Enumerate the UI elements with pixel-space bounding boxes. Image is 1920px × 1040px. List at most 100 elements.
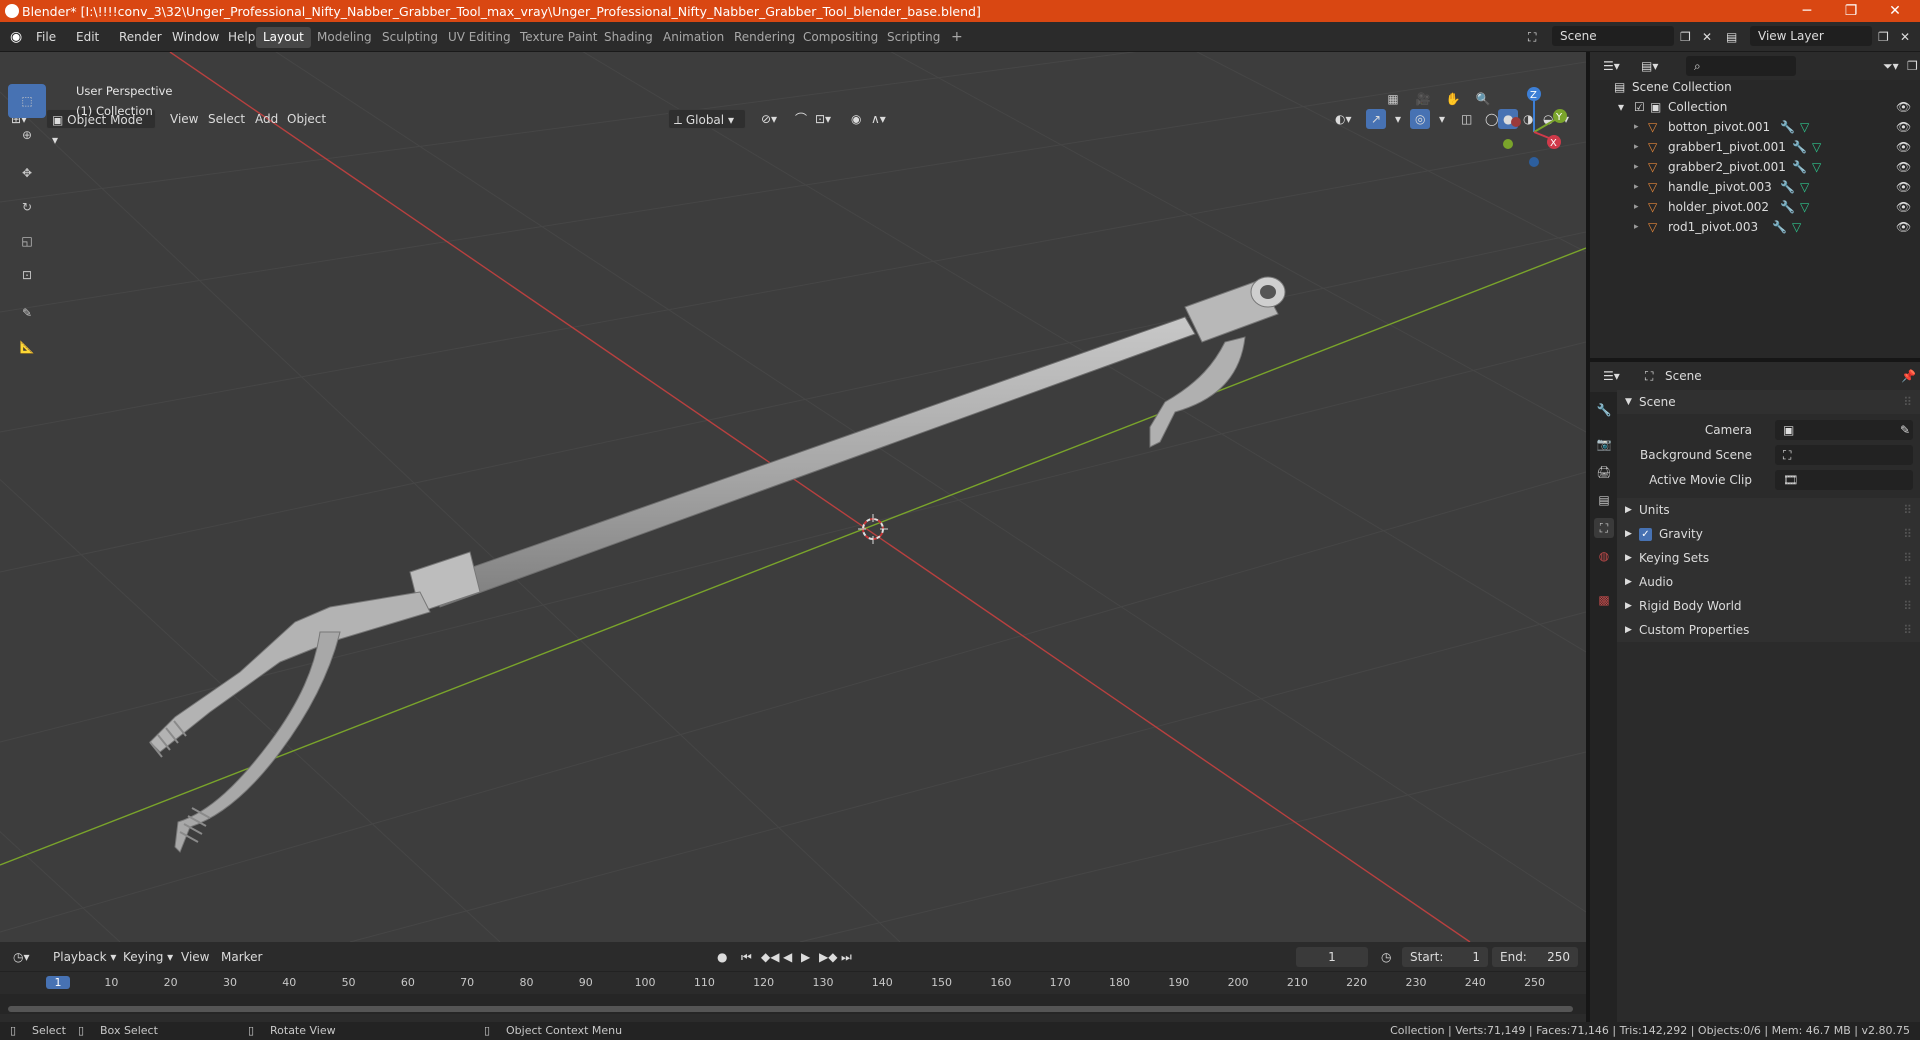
maximize-button[interactable]: ❐ — [1828, 0, 1874, 22]
pan-view-icon[interactable]: ✋ — [1440, 86, 1466, 112]
scene-selector-icon[interactable]: ⛶ — [1524, 27, 1540, 47]
outliner-object-row[interactable]: ▸ ▽ grabber1_pivot.001 🔧 ▽ 👁 — [1590, 137, 1920, 157]
filter-icon[interactable]: ⏷▾ — [1878, 56, 1904, 76]
blender-menu-icon[interactable]: ◉ — [6, 27, 26, 47]
menu-window[interactable]: Window — [168, 27, 223, 47]
gravity-checkbox[interactable]: ✓ — [1639, 528, 1652, 541]
tab-animation[interactable]: Animation — [656, 27, 731, 48]
outliner-collection[interactable]: ▾ ☑ ▣ Collection 👁 — [1590, 97, 1920, 117]
tab-rendering[interactable]: Rendering — [727, 27, 802, 48]
world-tab-icon[interactable]: ◍ — [1594, 546, 1614, 566]
tab-sculpting[interactable]: Sculpting — [375, 27, 445, 48]
gizmo-neg-y[interactable] — [1503, 139, 1513, 149]
rotate-tool[interactable]: ↻ — [8, 190, 46, 224]
delete-scene-icon[interactable]: ✕ — [1698, 27, 1716, 47]
mesh-data-icon[interactable]: ▽ — [1800, 197, 1809, 217]
tab-layout[interactable]: Layout — [256, 27, 311, 48]
3d-viewport[interactable]: ⊞▾ ▣ Object Mode ▾ View Select Add Objec… — [0, 52, 1586, 942]
drag-handle-icon[interactable]: ⠿ — [1903, 594, 1912, 618]
gizmo-neg-z[interactable] — [1529, 157, 1539, 167]
falloff-icon[interactable]: ∧▾ — [866, 109, 891, 129]
gizmo-neg-x[interactable] — [1511, 117, 1521, 127]
drag-handle-icon[interactable]: ⠿ — [1903, 522, 1912, 546]
proportional-editing-icon[interactable]: ◉ — [846, 109, 866, 129]
jump-end-icon[interactable]: ⏭ — [836, 947, 857, 967]
units-panel-header[interactable]: ▶ Units ⠿ — [1617, 498, 1920, 522]
eye-icon[interactable]: 👁 — [1896, 117, 1911, 134]
playback-menu[interactable]: Playback ▾ — [48, 947, 121, 967]
display-mode-icon[interactable]: ▤▾ — [1636, 56, 1663, 76]
marker-menu[interactable]: Marker — [216, 947, 267, 967]
eye-icon[interactable]: 👁 — [1896, 177, 1911, 194]
viewport-menu-view[interactable]: View — [165, 109, 203, 129]
record-icon[interactable]: ● — [712, 947, 732, 967]
pivot-point-icon[interactable]: ⊘▾ — [756, 109, 782, 129]
navigation-gizmo[interactable]: Z Y X — [1494, 82, 1574, 182]
modifier-icon[interactable]: 🔧 — [1792, 157, 1807, 177]
toggle-grid-view-icon[interactable]: ▦ — [1380, 86, 1406, 112]
modifier-icon[interactable]: 🔧 — [1792, 137, 1807, 157]
zoom-view-icon[interactable]: 🔍 — [1470, 86, 1496, 112]
tab-uv-editing[interactable]: UV Editing — [441, 27, 518, 48]
timeline-editor-type-icon[interactable]: ◷▾ — [8, 947, 35, 967]
move-tool[interactable]: ✥ — [8, 156, 46, 190]
delete-view-layer-icon[interactable]: ✕ — [1896, 27, 1914, 47]
snap-icon[interactable]: ⌒ — [790, 109, 812, 129]
new-scene-icon[interactable]: ❐ — [1676, 27, 1695, 47]
active-movie-clip-field[interactable]: 🎞 — [1775, 470, 1913, 490]
scale-tool[interactable]: ◱ — [8, 224, 46, 258]
timeline-view-menu[interactable]: View — [176, 947, 214, 967]
gizmo-dropdown-icon[interactable]: ▾ — [1390, 109, 1406, 129]
preview-range-icon[interactable]: ◷ — [1376, 947, 1396, 967]
menu-help[interactable]: Help — [224, 27, 259, 47]
viewport-menu-add[interactable]: Add — [250, 109, 283, 129]
overlay-dropdown-icon[interactable]: ▾ — [1434, 109, 1450, 129]
expand-arrow-icon[interactable]: ▸ — [1634, 117, 1639, 137]
mesh-data-icon[interactable]: ▽ — [1800, 117, 1809, 137]
keying-sets-panel-header[interactable]: ▶ Keying Sets ⠿ — [1617, 546, 1920, 570]
audio-panel-header[interactable]: ▶ Audio ⠿ — [1617, 570, 1920, 594]
modifier-icon[interactable]: 🔧 — [1780, 117, 1795, 137]
gizmo-toggle-icon[interactable]: ↗ — [1366, 109, 1387, 129]
transform-tool[interactable]: ⊡ — [8, 258, 46, 292]
new-collection-icon[interactable]: ❐ — [1902, 56, 1920, 76]
close-button[interactable]: ✕ — [1872, 0, 1918, 22]
play-icon[interactable]: ▶ — [796, 947, 815, 967]
expand-arrow-icon[interactable]: ▸ — [1634, 177, 1639, 197]
orientation-dropdown[interactable]: ⟂ Global ▾ — [668, 109, 746, 129]
properties-editor-type-icon[interactable]: ☰▾ — [1598, 366, 1625, 386]
expand-arrow-icon[interactable]: ▾ — [1618, 97, 1624, 117]
eye-icon[interactable]: 👁 — [1896, 97, 1911, 114]
expand-arrow-icon[interactable]: ▸ — [1634, 157, 1639, 177]
menu-file[interactable]: File — [32, 27, 60, 47]
current-frame-field[interactable]: 1 — [1296, 947, 1368, 967]
expand-arrow-icon[interactable]: ▸ — [1634, 217, 1639, 237]
drag-handle-icon[interactable]: ⠿ — [1903, 390, 1912, 414]
view-layer-field[interactable]: View Layer — [1750, 26, 1872, 46]
view-layer-tab-icon[interactable]: ▤ — [1594, 490, 1614, 510]
modifier-icon[interactable]: 🔧 — [1780, 177, 1795, 197]
play-reverse-icon[interactable]: ◀ — [778, 947, 797, 967]
tool-settings-tab-icon[interactable]: 🔧 — [1594, 400, 1614, 420]
view-layer-icon[interactable]: ▤ — [1722, 27, 1741, 47]
keying-menu[interactable]: Keying ▾ — [118, 947, 178, 967]
eyedropper-icon[interactable]: ✎ — [1900, 418, 1910, 442]
pin-icon[interactable]: 📌 — [1896, 366, 1920, 386]
annotate-tool[interactable]: ✎ — [8, 296, 46, 330]
custom-properties-panel-header[interactable]: ▶ Custom Properties ⠿ — [1617, 618, 1920, 642]
background-scene-field[interactable]: ⛶ — [1775, 445, 1913, 465]
eye-icon[interactable]: 👁 — [1896, 197, 1911, 214]
eye-icon[interactable]: 👁 — [1896, 157, 1911, 174]
3d-cursor[interactable] — [858, 514, 888, 544]
menu-render[interactable]: Render — [115, 27, 166, 47]
new-view-layer-icon[interactable]: ❐ — [1874, 27, 1893, 47]
mesh-data-icon[interactable]: ▽ — [1812, 157, 1821, 177]
eye-icon[interactable]: 👁 — [1896, 137, 1911, 154]
camera-view-icon[interactable]: 🎥 — [1410, 86, 1436, 112]
modifier-icon[interactable]: 🔧 — [1780, 197, 1795, 217]
outliner-object-row[interactable]: ▸ ▽ holder_pivot.002 🔧 ▽ 👁 — [1590, 197, 1920, 217]
expand-arrow-icon[interactable]: ▸ — [1634, 137, 1639, 157]
playhead[interactable]: 1 — [46, 976, 70, 989]
grabber-tool-model[interactable] — [149, 276, 1286, 853]
drag-handle-icon[interactable]: ⠿ — [1903, 618, 1912, 642]
